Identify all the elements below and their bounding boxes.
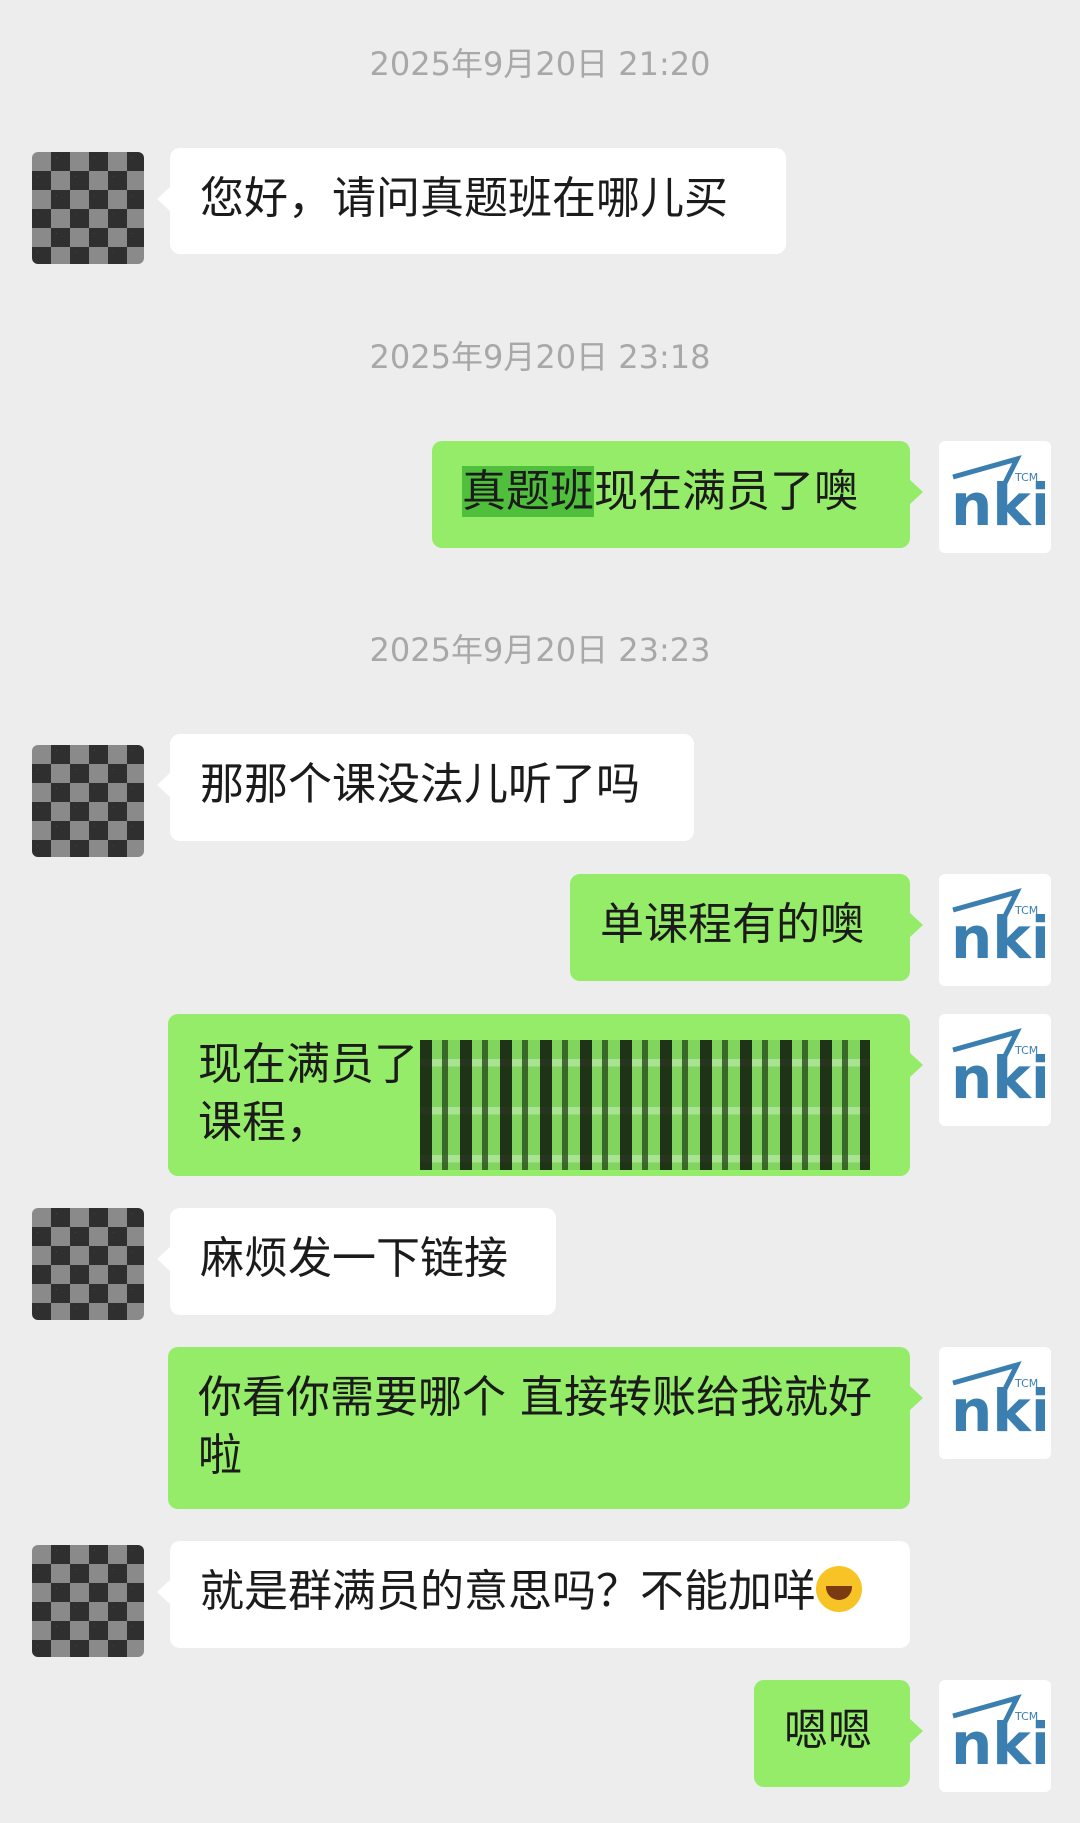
message-line: 现在满员了 [198,1039,418,1090]
outgoing-message[interactable]: 你看你需要哪个 直接转账给我就好啦 [168,1347,923,1509]
incoming-message[interactable]: 那那个课没法儿听了吗 [157,734,694,841]
outgoing-message[interactable]: 嗯嗯 [754,1680,923,1787]
timestamp: 2025年9月20日 23:18 [369,338,711,376]
nki-logo-icon: nki TCM [951,1028,1045,1112]
incoming-message[interactable]: 您好，请问真题班在哪儿买 [157,148,786,254]
nki-logo-icon: nki TCM [951,1694,1045,1778]
message-text: 麻烦发一下链接 [200,1233,508,1284]
message-text: 单课程有的噢 [600,899,864,950]
logo-small-text: TCM [1014,471,1038,484]
crying-face-emoji-icon [816,1566,862,1612]
user-avatar[interactable] [32,1208,144,1320]
nki-logo-icon: nki TCM [951,1361,1045,1445]
svg-text:TCM: TCM [1014,1044,1038,1057]
shop-avatar[interactable]: nki TCM [939,874,1051,986]
outgoing-message[interactable]: 真题班现在满员了噢 [432,441,923,548]
user-avatar[interactable] [32,745,144,857]
incoming-message[interactable]: 就是群满员的意思吗？不能加咩 [157,1541,910,1648]
shop-avatar[interactable]: nki TCM [939,1014,1051,1126]
nki-logo-icon: nki TCM [951,455,1045,539]
svg-text:TCM: TCM [1014,904,1038,917]
shop-avatar[interactable]: nki TCM [939,441,1051,553]
svg-text:TCM: TCM [1014,1377,1038,1390]
message-text: 就是群满员的意思吗？不能加咩 [200,1566,816,1617]
outgoing-message-redacted[interactable]: 现在满员了 课程， [168,1014,923,1176]
user-avatar[interactable] [32,152,144,264]
message-text: 现在满员了噢 [594,466,858,517]
message-text: 你看你需要哪个 直接转账给我就好啦 [198,1372,872,1481]
timestamp: 2025年9月20日 23:23 [369,631,711,669]
shop-avatar[interactable]: nki TCM [939,1347,1051,1459]
shop-avatar[interactable]: nki TCM [939,1680,1051,1792]
user-avatar[interactable] [32,1545,144,1657]
incoming-message[interactable]: 麻烦发一下链接 [157,1208,556,1315]
message-line: 课程， [198,1097,330,1148]
message-text: 嗯嗯 [784,1705,872,1756]
highlighted-text: 真题班 [462,466,594,517]
nki-logo-icon: nki TCM [951,888,1045,972]
outgoing-message[interactable]: 单课程有的噢 [570,874,923,981]
timestamp: 2025年9月20日 21:20 [369,45,711,83]
svg-text:TCM: TCM [1014,1710,1038,1723]
message-text: 您好，请问真题班在哪儿买 [200,173,728,224]
message-text: 那那个课没法儿听了吗 [200,759,640,810]
